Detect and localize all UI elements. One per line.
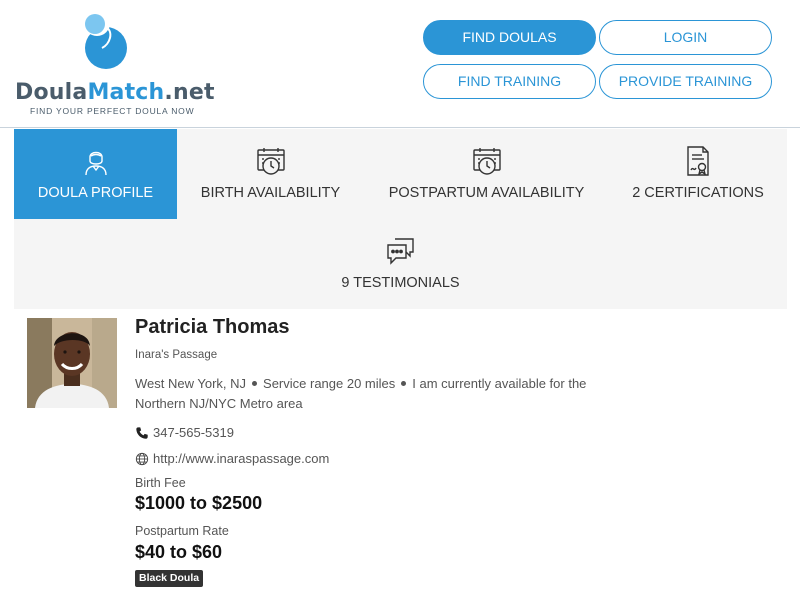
availability-area: Northern NJ/NYC Metro area (135, 396, 303, 411)
black-doula-badge: Black Doula (135, 570, 204, 587)
calendar-clock-icon (256, 148, 285, 175)
website-link[interactable]: http://www.inaraspassage.com (153, 451, 329, 466)
logo-word-match: Match (87, 80, 165, 105)
phone-icon (136, 427, 148, 439)
separator-dot (401, 381, 407, 387)
doula-person-icon (84, 151, 107, 176)
logo-wordmark: DoulaMatch.net (15, 80, 215, 105)
tab-label: POSTPARTUM AVAILABILITY (388, 185, 585, 201)
doula-name: Patricia Thomas (135, 316, 290, 338)
logo-tagline: FIND YOUR PERFECT DOULA NOW (30, 106, 195, 116)
phone-row[interactable]: 347-565-5319 (135, 425, 234, 441)
phone-number[interactable]: 347-565-5319 (153, 425, 234, 440)
tab-postpartum-availability[interactable]: POSTPARTUM AVAILABILITY (364, 129, 609, 219)
globe-icon (135, 452, 149, 466)
find-training-button[interactable]: FIND TRAINING (423, 64, 596, 99)
tab-certifications[interactable]: 2 CERTIFICATIONS (609, 129, 787, 219)
location-line: West New York, NJ Service range 20 miles I… (135, 374, 625, 414)
tab-doula-profile[interactable]: DOULA PROFILE (14, 129, 177, 219)
birth-fee-label: Birth Fee (135, 476, 186, 490)
postpartum-rate-label: Postpartum Rate (135, 524, 229, 538)
tab-label: 9 TESTIMONIALS (341, 275, 460, 291)
birth-fee-value: $1000 to $2500 (135, 493, 263, 513)
separator-dot (252, 381, 258, 387)
certificate-icon (687, 146, 709, 176)
agency-name: Inara's Passage (135, 349, 218, 361)
location-text: West New York, NJ (135, 376, 247, 391)
tab-label: DOULA PROFILE (37, 185, 154, 201)
find-doulas-button[interactable]: FIND DOULAS (423, 20, 596, 55)
tab-birth-availability[interactable]: BIRTH AVAILABILITY (177, 129, 364, 219)
website-row[interactable]: http://www.inaraspassage.com (135, 451, 329, 467)
profile-photo (27, 318, 117, 408)
logo-word-net: .net (164, 80, 215, 105)
avatar (27, 318, 117, 408)
profile-tabs: DOULA PROFILE BIRTH AVAILABILITY POSTPAR… (14, 129, 787, 309)
site-header: DoulaMatch.net FIND YOUR PERFECT DOULA N… (0, 0, 800, 128)
tab-label: 2 CERTIFICATIONS (632, 185, 764, 201)
calendar-clock-icon (472, 148, 501, 175)
chat-bubbles-icon (386, 238, 414, 265)
provide-training-button[interactable]: PROVIDE TRAINING (599, 64, 772, 99)
login-button[interactable]: LOGIN (599, 20, 772, 55)
tab-testimonials[interactable]: 9 TESTIMONIALS (14, 219, 787, 309)
tab-label: BIRTH AVAILABILITY (200, 185, 341, 201)
postpartum-rate-value: $40 to $60 (135, 542, 223, 562)
availability-text: I am currently available for the (412, 376, 587, 391)
logo-word-doula: Doula (15, 80, 88, 105)
logo-mark-icon (84, 10, 127, 69)
service-range: Service range 20 miles (263, 376, 396, 391)
